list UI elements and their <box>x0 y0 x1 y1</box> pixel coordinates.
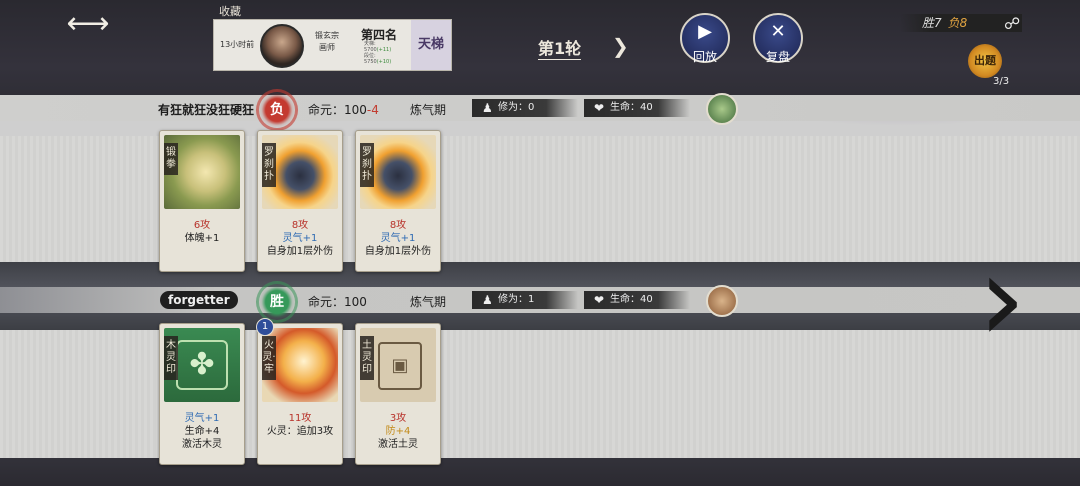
card[interactable]: ▣ 土灵印 3攻 防+4 激活土灵 <box>355 323 441 465</box>
round-label: 第1轮 <box>538 35 582 60</box>
player1-cultivation: ♟ 修为：0 <box>472 99 578 117</box>
heart-icon: ❤ <box>594 101 605 115</box>
favorite-label[interactable]: 收藏 <box>219 3 241 19</box>
player2-name: forgetter <box>160 291 238 309</box>
play-icon: ▶ <box>698 21 712 42</box>
meditation-icon: ♟ <box>482 293 493 307</box>
meditation-icon: ♟ <box>482 101 493 115</box>
ladder-stats: 天梯: 5700(+11) 段位: 5750(+10) <box>364 41 391 65</box>
card-name: 火灵·牢 <box>262 336 276 380</box>
player2-health: ❤ 生命：40 <box>584 291 690 309</box>
card-text: 3攻 防+4 激活土灵 <box>378 413 418 450</box>
sect-info: 锻玄宗 画师 <box>310 30 344 54</box>
card-level-badge: 1 <box>256 318 274 336</box>
card[interactable]: 罗刹扑 8攻 灵气+1 自身加1层外伤 <box>355 130 441 272</box>
crossed-swords-icon: ✕ <box>770 21 786 42</box>
player1-result-badge: 负 <box>256 89 298 131</box>
review-button[interactable]: ✕ 复盘 <box>753 13 803 64</box>
review-label: 复盘 <box>765 50 790 64</box>
ladder-tab[interactable]: 天梯 <box>411 20 451 70</box>
player2-result-badge: 胜 <box>256 281 298 323</box>
opponent-profile-card[interactable]: 13小时前 锻玄宗 画师 第四名 天梯: 5700(+11) 段位: 5750(… <box>213 19 452 71</box>
card[interactable]: ✤ 木灵印 灵气+1 生命+4 激活木灵 <box>159 323 245 465</box>
player1-life: 命元：100-4 <box>308 103 379 117</box>
wins-count: 胜7 <box>922 16 942 30</box>
card-text: 8攻 灵气+1 自身加1层外伤 <box>364 220 432 257</box>
replay-button[interactable]: ▶ 回放 <box>680 13 730 64</box>
replay-label: 回放 <box>692 50 717 64</box>
card-name: 罗刹扑 <box>262 143 276 187</box>
player1-avatar[interactable] <box>706 93 738 125</box>
stat-line: 5750(+10) <box>364 59 392 65</box>
time-ago: 13小时前 <box>220 40 255 49</box>
player2-avatar[interactable] <box>706 285 738 317</box>
player1-name: 有狂就狂没狂硬狂 <box>158 103 255 117</box>
heart-icon: ❤ <box>594 293 605 307</box>
card-text: 灵气+1 生命+4 激活木灵 <box>182 413 222 450</box>
share-icon[interactable]: ☍ <box>1004 14 1026 42</box>
player2-realm: 炼气期 <box>410 295 447 309</box>
card[interactable]: 罗刹扑 8攻 灵气+1 自身加1层外伤 <box>257 130 343 272</box>
card-text: 6攻 体魄+1 <box>184 220 220 244</box>
card-name: 木灵印 <box>164 336 178 380</box>
player1-realm: 炼气期 <box>410 103 447 117</box>
player2-life: 命元：100 <box>308 295 367 309</box>
role-name: 画师 <box>319 43 335 52</box>
card[interactable]: 锻拳 6攻 体魄+1 <box>159 130 245 272</box>
card-name: 土灵印 <box>360 336 374 380</box>
card-name: 锻拳 <box>164 143 178 175</box>
card-name: 罗刹扑 <box>360 143 374 187</box>
wood-rune-icon: ✤ <box>176 340 228 390</box>
question-emblem[interactable]: 出题 <box>968 44 1002 78</box>
losses-count: 负8 <box>947 16 968 30</box>
player1-health: ❤ 生命：40 <box>584 99 690 117</box>
emblem-count: 3/3 <box>993 76 1010 87</box>
next-chevron-icon[interactable]: › <box>972 240 1032 360</box>
card-text: 8攻 灵气+1 自身加1层外伤 <box>266 220 334 257</box>
avatar <box>260 24 304 68</box>
player2-cultivation: ♟ 修为：1 <box>472 291 578 309</box>
earth-rune-icon: ▣ <box>378 342 422 390</box>
card-text: 11攻 火灵：追加3攻 <box>266 413 334 437</box>
back-arrow-icon[interactable]: ⟷ <box>66 8 110 40</box>
sect-name: 锻玄宗 <box>315 31 339 40</box>
round-next-chevron-icon[interactable]: ❯ <box>612 34 629 58</box>
card[interactable]: 火灵·牢 11攻 火灵：追加3攻 <box>257 323 343 465</box>
